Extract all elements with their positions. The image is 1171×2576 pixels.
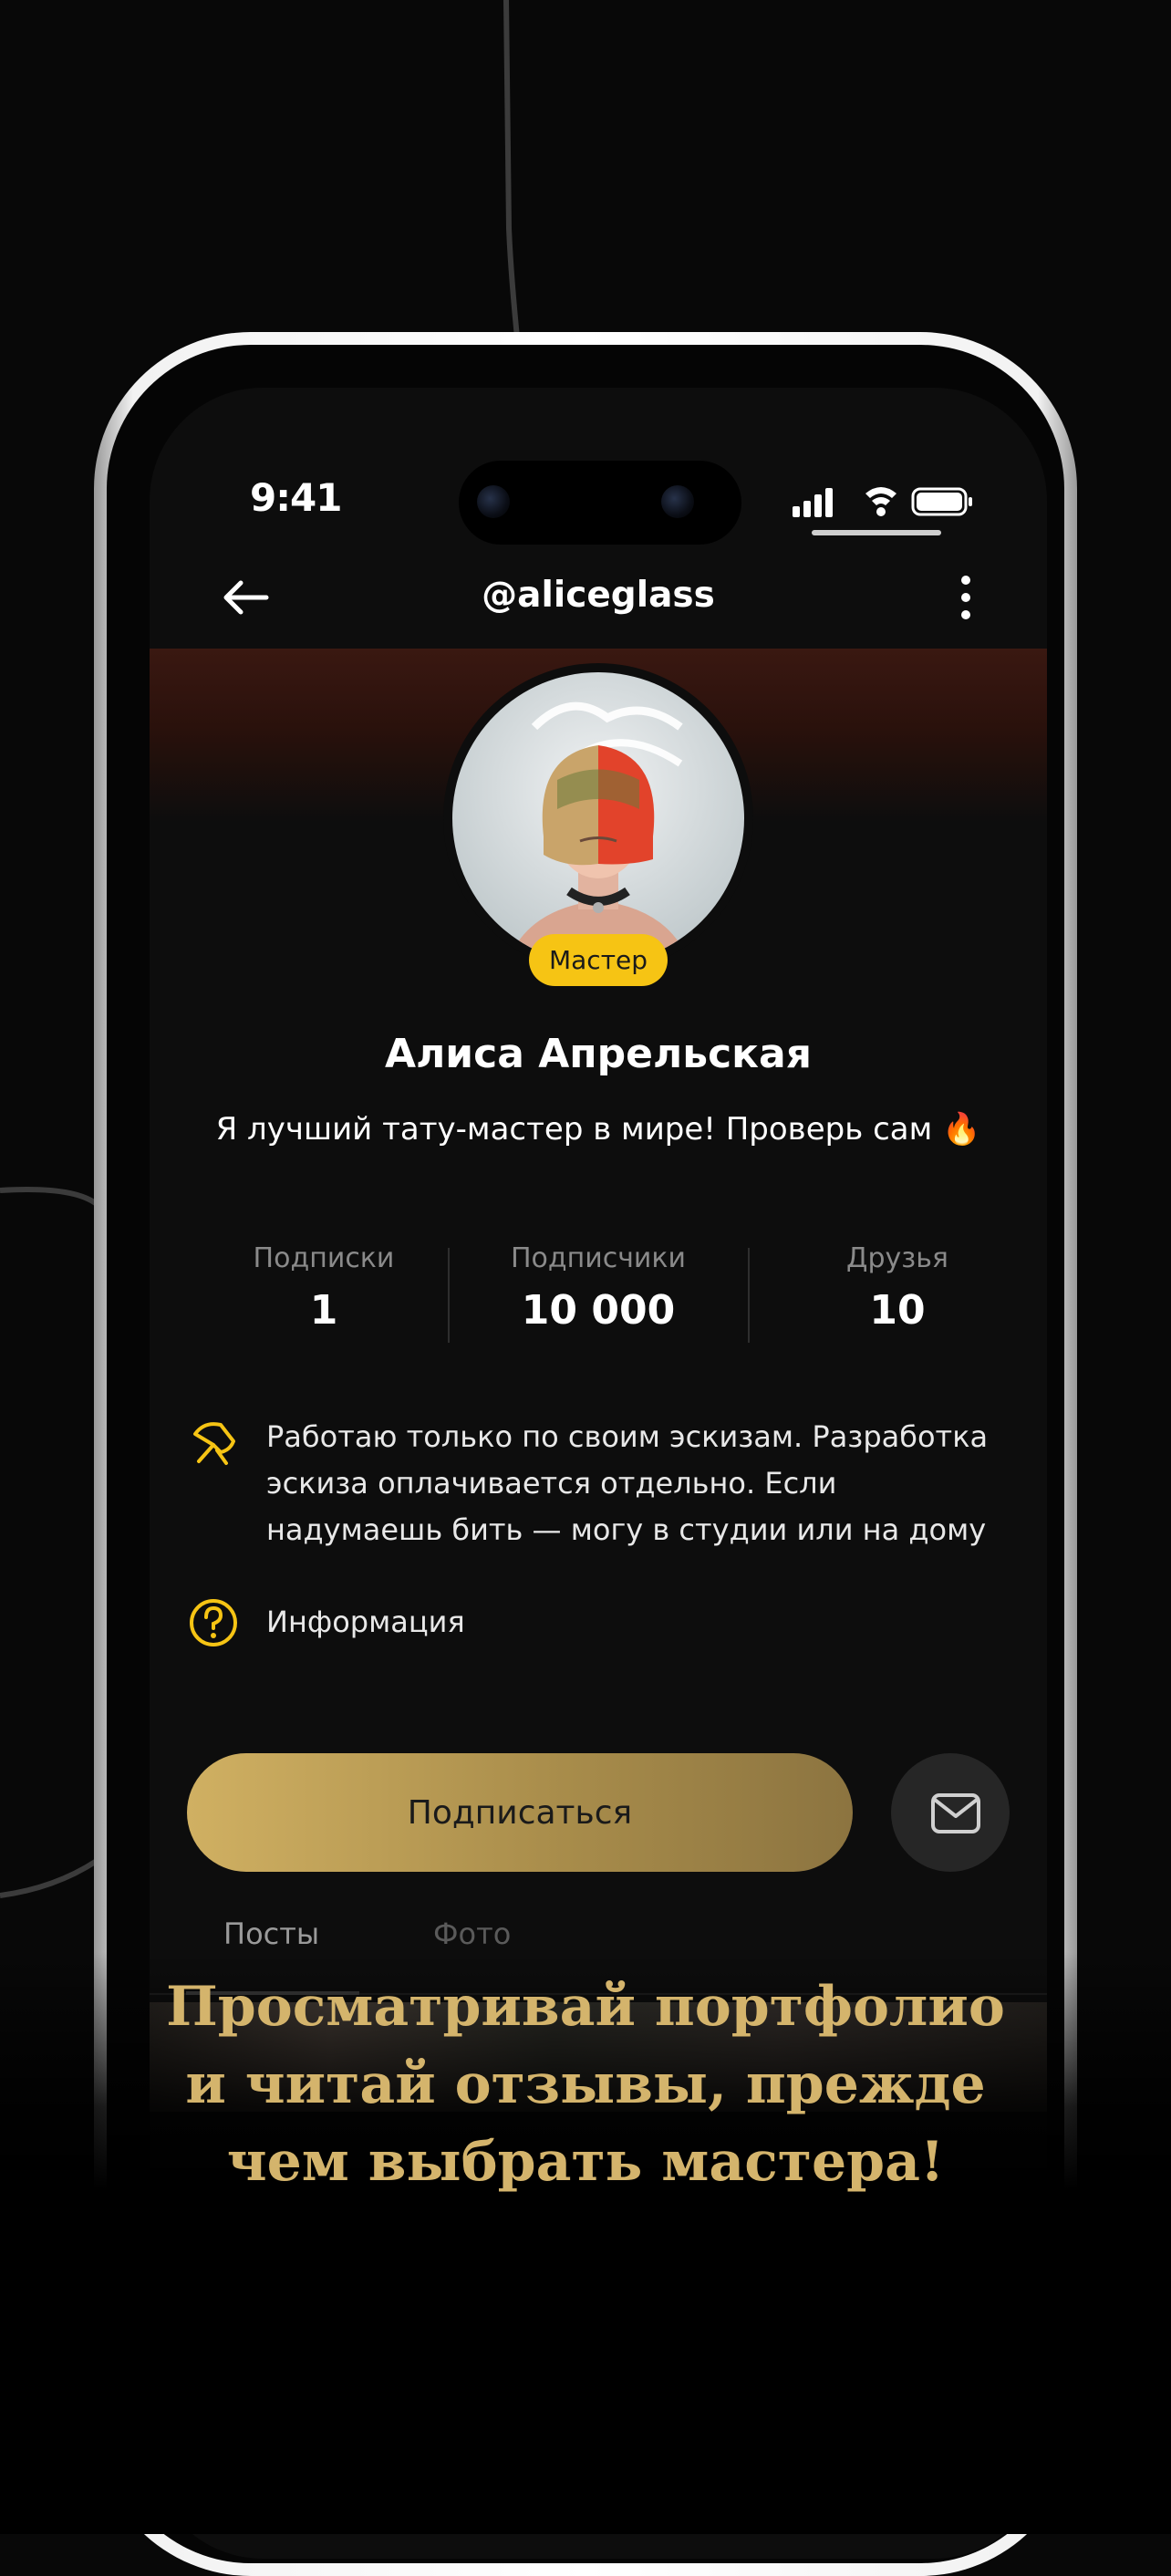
- stat-label: Подписки: [253, 1242, 395, 1274]
- about-note-text: Работаю только по своим эскизам. Разрабо…: [266, 1419, 989, 1547]
- stat-value: 1: [309, 1287, 338, 1334]
- mail-icon: [931, 1793, 980, 1833]
- promo-headline: Просматривай портфолио и читай отзывы, п…: [55, 1968, 1116, 2201]
- stat-followers[interactable]: Подписчики 10 000: [461, 1242, 735, 1334]
- tab-posts[interactable]: Посты: [223, 1916, 319, 1951]
- profile-bio: Я лучший тату-мастер в мире! Проверь сам…: [215, 1111, 981, 1148]
- signal-icon: [793, 488, 833, 517]
- stat-friends[interactable]: Друзья 10: [761, 1242, 1034, 1334]
- tab-photos[interactable]: Фото: [433, 1916, 511, 1951]
- about-note: Работаю только по своим эскизам. Разрабо…: [186, 1414, 1007, 1560]
- info-link[interactable]: Информация: [186, 1594, 1007, 1652]
- back-arrow-icon: [223, 580, 269, 615]
- needle-icon: [193, 1422, 235, 1465]
- status-indicator: [812, 530, 941, 535]
- more-button[interactable]: [925, 556, 1007, 639]
- promo-line-2: и читай отзывы, прежде: [185, 2052, 986, 2116]
- stat-divider: [748, 1248, 750, 1343]
- stat-divider: [448, 1248, 450, 1343]
- info-link-label: Информация: [266, 1605, 465, 1639]
- stat-label: Друзья: [846, 1242, 948, 1274]
- stat-value: 10: [869, 1287, 926, 1334]
- role-badge: Мастер: [529, 934, 668, 986]
- promo-line-1: Просматривай портфолио: [166, 1975, 1005, 2039]
- stat-subscriptions[interactable]: Подписки 1: [187, 1242, 461, 1334]
- status-icons: [793, 487, 972, 517]
- avatar[interactable]: [452, 672, 744, 964]
- stat-label: Подписчики: [510, 1242, 687, 1274]
- profile-name: Алиса Апрельская: [385, 1031, 812, 1077]
- battery-icon: [911, 487, 972, 516]
- dynamic-island: [459, 461, 741, 545]
- status-time: 9:41: [250, 475, 342, 520]
- question-circle-icon: [190, 1599, 237, 1646]
- message-button[interactable]: [891, 1753, 1010, 1872]
- camera-icon: [477, 485, 510, 518]
- profile-handle: @aliceglass: [482, 575, 715, 616]
- promo-line-3: чем выбрать мастера!: [226, 2130, 945, 2194]
- wifi-icon: [865, 487, 896, 516]
- stat-value: 10 000: [521, 1287, 676, 1334]
- sensor-icon: [661, 485, 694, 518]
- back-button[interactable]: [204, 556, 286, 639]
- more-vertical-icon: [961, 576, 970, 619]
- subscribe-button[interactable]: Подписаться: [187, 1753, 853, 1872]
- avatar-photo: [452, 672, 744, 964]
